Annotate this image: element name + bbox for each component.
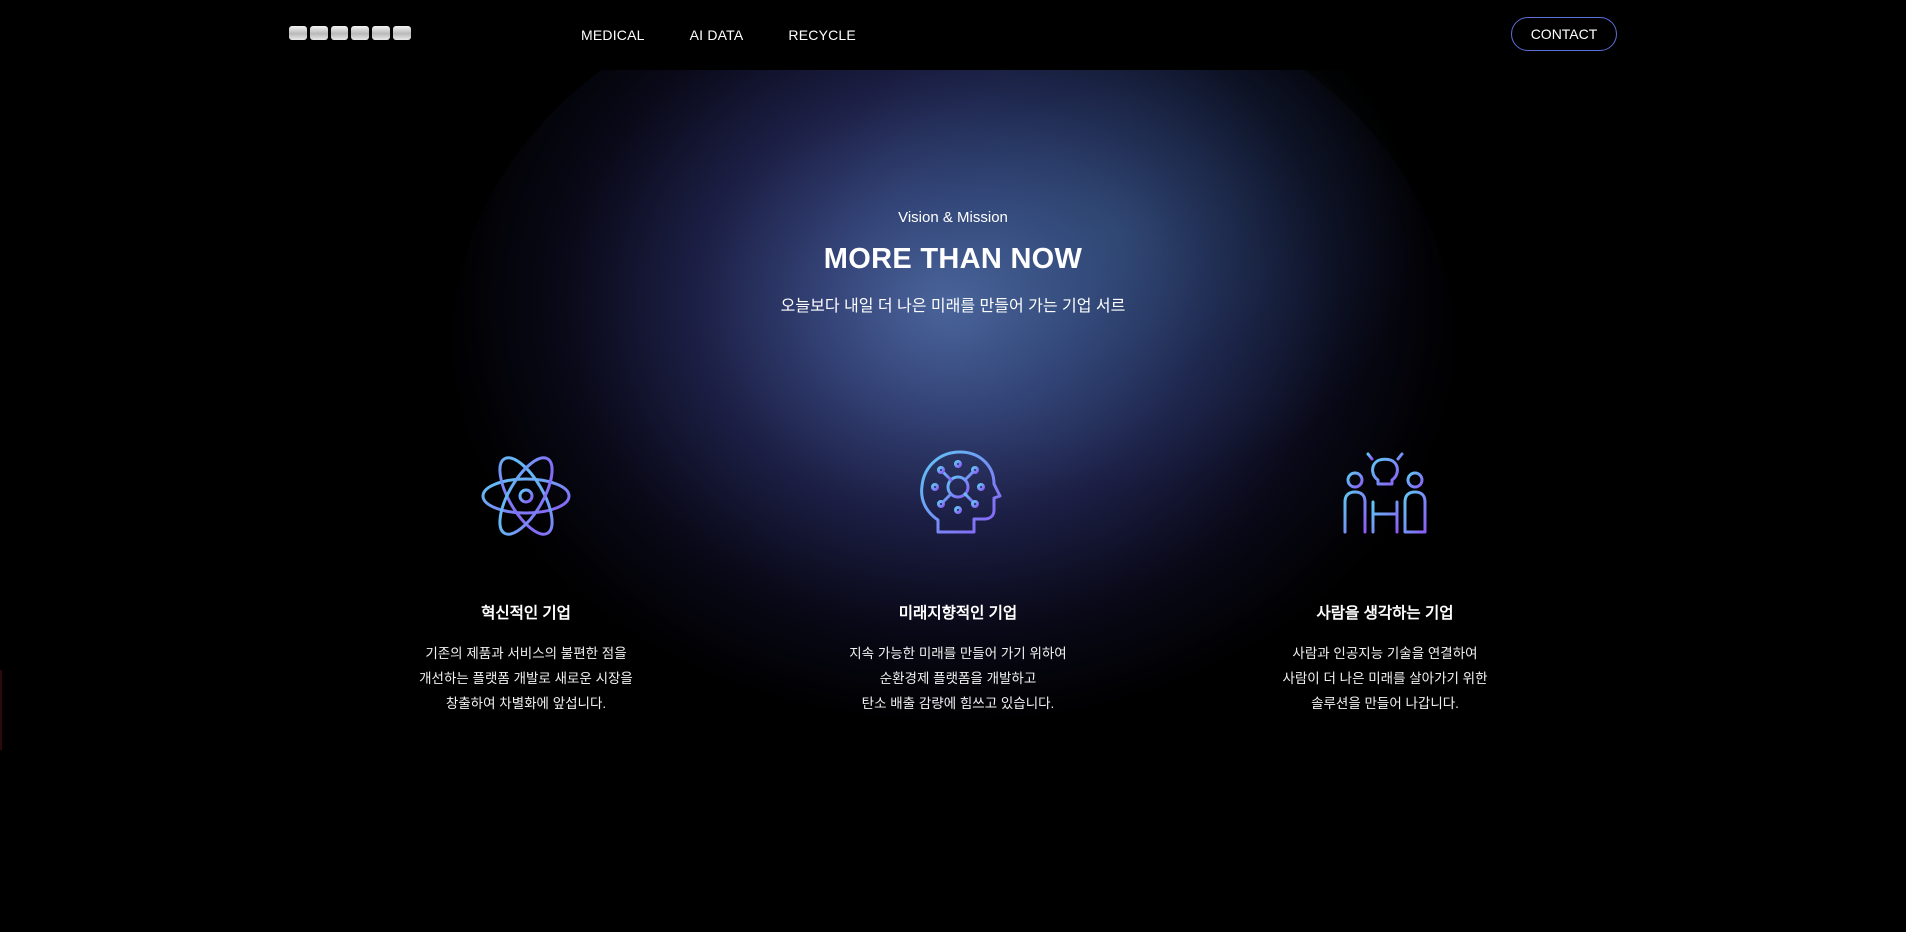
page: MEDICAL AI DATA RECYCLE CONTACT Vision &… xyxy=(0,0,1906,932)
feature-description-line: 순환경제 플랫폼을 개발하고 xyxy=(879,671,1037,686)
feature-description: 사람과 인공지능 기술을 연결하여 사람이 더 나은 미래를 살아가기 위한 솔… xyxy=(1225,641,1545,716)
feature-description-line: 지속 가능한 미래를 만들어 가기 위하여 xyxy=(849,646,1067,661)
logo[interactable] xyxy=(289,26,411,42)
feature-description-line: 사람이 더 나은 미래를 살아가기 위한 xyxy=(1282,671,1488,686)
feature-title: 미래지향적인 기업 xyxy=(898,605,1018,622)
feature-description: 기존의 제품과 서비스의 불편한 점을 개선하는 플랫폼 개발로 새로운 시장을… xyxy=(366,641,686,716)
logo-block xyxy=(309,26,328,40)
atom-icon xyxy=(476,440,576,540)
feature-description-line: 솔루션을 만들어 나갑니다. xyxy=(1311,696,1459,711)
main-nav: MEDICAL AI DATA RECYCLE xyxy=(581,27,856,43)
logo-block xyxy=(393,26,411,40)
features: 혁신적인 기업 기존의 제품과 서비스의 불편한 점을 개선하는 플랫폼 개발로… xyxy=(0,440,1906,740)
nav-item-recycle[interactable]: RECYCLE xyxy=(788,27,856,43)
site-header: MEDICAL AI DATA RECYCLE CONTACT xyxy=(0,0,1906,70)
nav-item-medical[interactable]: MEDICAL xyxy=(581,27,645,43)
feature-description-line: 탄소 배출 감량에 힘쓰고 있습니다. xyxy=(861,696,1055,711)
contact-button[interactable]: CONTACT xyxy=(1511,17,1617,51)
feature-future-oriented: 미래지향적인 기업 지속 가능한 미래를 만들어 가기 위하여 순환경제 플랫폼… xyxy=(798,440,1118,716)
feature-title: 혁신적인 기업 xyxy=(481,605,571,622)
logo-block xyxy=(372,26,391,40)
feature-description-line: 기존의 제품과 서비스의 불편한 점을 xyxy=(425,646,627,661)
feature-title: 사람을 생각하는 기업 xyxy=(1316,605,1454,622)
logo-block xyxy=(289,26,307,40)
feature-people-centered: 사람을 생각하는 기업 사람과 인공지능 기술을 연결하여 사람이 더 나은 미… xyxy=(1225,440,1545,716)
feature-innovative: 혁신적인 기업 기존의 제품과 서비스의 불편한 점을 개선하는 플랫폼 개발로… xyxy=(366,440,686,716)
feature-description-line: 개선하는 플랫폼 개발로 새로운 시장을 xyxy=(419,671,633,686)
section-eyebrow: Vision & Mission xyxy=(898,209,1008,226)
feature-description: 지속 가능한 미래를 만들어 가기 위하여 순환경제 플랫폼을 개발하고 탄소 … xyxy=(798,641,1118,716)
feature-description-line: 창출하여 차별화에 앞섭니다. xyxy=(445,696,607,711)
people-idea-icon xyxy=(1335,440,1435,540)
logo-block xyxy=(330,26,349,40)
section-headline: MORE THAN NOW xyxy=(823,243,1083,275)
brain-head-icon xyxy=(908,440,1008,540)
feature-description-line: 사람과 인공지능 기술을 연결하여 xyxy=(1292,646,1478,661)
nav-item-ai-data[interactable]: AI DATA xyxy=(690,27,744,43)
logo-block xyxy=(351,26,370,40)
section-subhead: 오늘보다 내일 더 나은 미래를 만들어 가는 기업 서르 xyxy=(780,298,1126,315)
